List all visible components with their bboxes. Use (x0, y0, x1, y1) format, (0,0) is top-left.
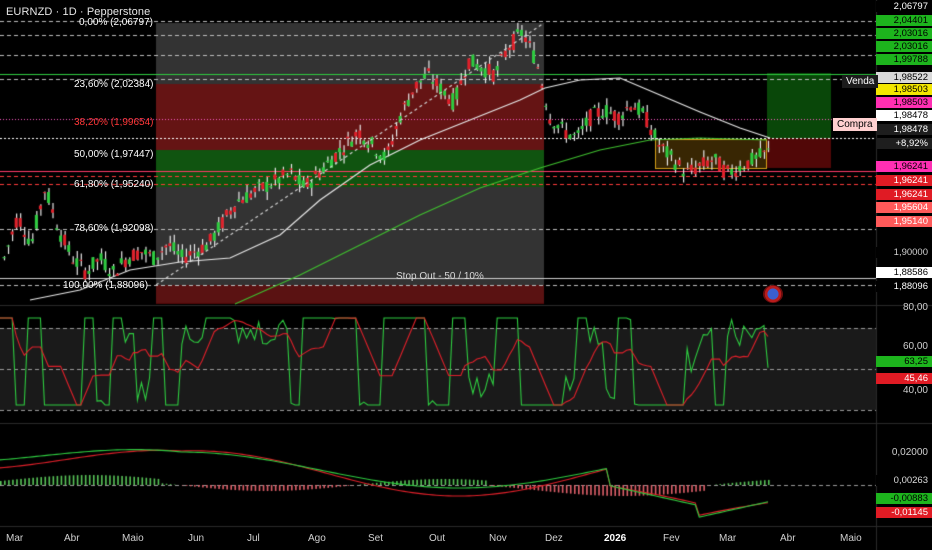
month-label: Maio (122, 533, 144, 544)
price-badge: +8,92% (876, 138, 932, 149)
price-badge: 1,88096 (876, 281, 932, 292)
month-label: Mar (6, 533, 24, 544)
macd-axis-label: 0,02000 (891, 447, 928, 458)
month-label: 2026 (604, 533, 627, 544)
price-badge: 1,95604 (876, 202, 932, 213)
price-badge: 1,96241 (876, 189, 932, 200)
rsi-signal-badge: 45,46 (876, 373, 932, 384)
month-label: Ago (308, 533, 326, 544)
fib-level-618: 61,80% (1,95240) (74, 179, 154, 190)
price-badge: 1,98503 (876, 84, 932, 95)
month-label: Out (429, 533, 446, 544)
month-label: Dez (545, 533, 563, 544)
fib-level-786: 78,60% (1,92098) (74, 223, 154, 234)
month-label: Jun (188, 533, 205, 544)
price-badge: 2,04401 (876, 15, 932, 26)
rsi-axis-60: 60,00 (902, 341, 928, 352)
price-badge: 1,98478 (876, 110, 932, 121)
fib-level-382: 38,20% (1,99654) (74, 117, 154, 128)
month-label: Jul (247, 533, 260, 544)
price-badge: 1,96241 (876, 161, 932, 172)
fib-level-236: 23,60% (2,02384) (74, 79, 154, 90)
macd-hist-badge: 0,00263 (876, 475, 932, 486)
price-badge: 1,98503 (876, 97, 932, 108)
rsi-value-badge: 63,25 (876, 356, 932, 367)
price-badge: 1,98478 (876, 124, 932, 135)
price-badge: 2,06797 (876, 1, 932, 12)
price-badge: 1,95140 (876, 216, 932, 227)
rsi-axis-80: 80,00 (902, 302, 928, 313)
price-badge: 2,03016 (876, 28, 932, 39)
month-label: Nov (489, 533, 507, 544)
macd-signal-badge: -0,01145 (876, 507, 932, 518)
month-label: Abr (780, 533, 796, 544)
fib-level-50: 50,00% (1,97447) (74, 149, 154, 160)
sell-tag: Venda (842, 75, 879, 88)
fib-level-100: 100,00% (1,88096) (63, 280, 149, 291)
tradingview-logo-icon[interactable] (763, 285, 783, 303)
fib-level-0: 0,00% (2,06797) (79, 17, 153, 28)
macd-line-badge: -0,00883 (876, 493, 932, 504)
price-badge: 1,98522 (876, 72, 932, 83)
price-badge: 1,88586 (876, 267, 932, 278)
month-label: Set (368, 533, 384, 544)
rsi-axis-40: 40,00 (902, 385, 928, 396)
buy-tag: Compra (833, 118, 877, 131)
month-label: Mar (719, 533, 737, 544)
month-label: Fev (663, 533, 680, 544)
price-badge: 1,96241 (876, 175, 932, 186)
price-badge: 1,90000 (876, 247, 932, 258)
price-badge: 2,03016 (876, 41, 932, 52)
price-badge: 1,99788 (876, 54, 932, 65)
stop-out-label: Stop Out - 50 / 10% (396, 271, 484, 282)
month-label: Abr (64, 533, 80, 544)
month-label: Maio (840, 533, 862, 544)
